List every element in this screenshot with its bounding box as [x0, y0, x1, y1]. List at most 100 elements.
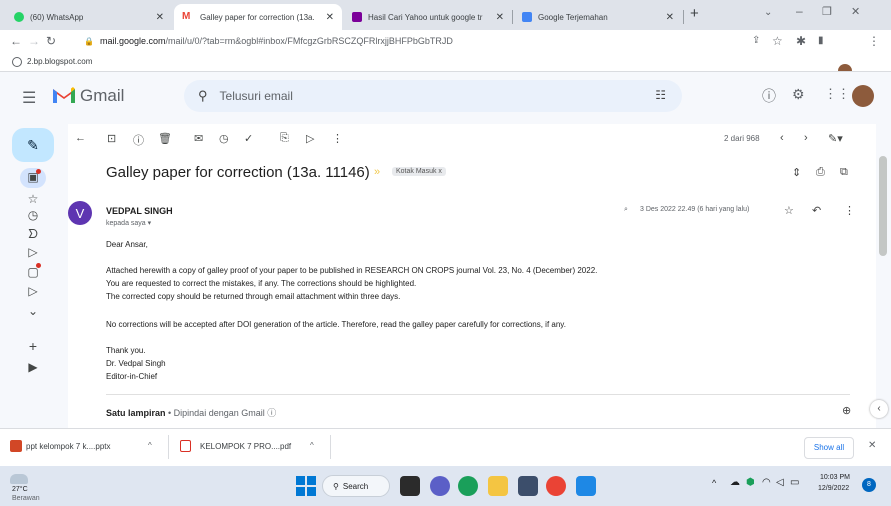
- label-icon[interactable]: ▷: [25, 284, 41, 298]
- download-item[interactable]: ppt kelompok 7 k....pptx: [26, 442, 111, 451]
- help-icon[interactable]: ⓘ: [762, 86, 776, 106]
- close-downloads-icon[interactable]: ✕: [868, 440, 876, 451]
- address-bar[interactable]: 🔒 mail.google.com /mail/u/0/?tab=rm&ogbl…: [84, 32, 774, 50]
- message-more-icon[interactable]: ⋮: [844, 204, 855, 217]
- compose-button[interactable]: ✎: [12, 128, 54, 162]
- back-to-inbox-icon[interactable]: ←: [75, 132, 86, 144]
- tag-icon[interactable]: ▶: [25, 360, 41, 374]
- mark-unread-icon[interactable]: ✉: [194, 132, 203, 145]
- close-window-icon[interactable]: ✕: [851, 5, 860, 18]
- new-tab-icon[interactable]: +: [690, 5, 699, 22]
- sidebar-icon[interactable]: ▮: [818, 33, 824, 49]
- newer-icon[interactable]: ‹: [780, 132, 784, 144]
- sender-avatar[interactable]: V: [68, 201, 92, 225]
- windows-taskbar: 27°C Berawan ⚲ Search ^ ☁ ⬢ ◠ ◁ ▭ 10:03 …: [0, 466, 891, 506]
- sent-icon[interactable]: ▷: [25, 245, 41, 259]
- taskbar-search-box[interactable]: ⚲ Search: [322, 475, 390, 497]
- tray-app-icon[interactable]: ⬢: [746, 477, 755, 488]
- more-options-icon[interactable]: ⋮: [332, 132, 343, 145]
- weather-text[interactable]: Berawan: [12, 495, 40, 502]
- add-to-drive-icon[interactable]: ⊕: [842, 404, 851, 417]
- forward-icon[interactable]: →: [28, 33, 40, 49]
- wifi-icon[interactable]: ◠: [762, 477, 771, 488]
- side-panel-toggle-icon[interactable]: ‹: [870, 400, 888, 418]
- expand-all-icon[interactable]: ⇕: [792, 166, 801, 179]
- labels-icon[interactable]: ▷: [306, 132, 314, 145]
- gmail-avatar[interactable]: [852, 85, 874, 107]
- archive-icon[interactable]: ⊡: [107, 132, 116, 145]
- app-icon[interactable]: [576, 476, 596, 496]
- report-spam-icon[interactable]: ⓘ: [133, 132, 144, 148]
- minimize-icon[interactable]: –: [796, 4, 803, 18]
- older-icon[interactable]: ›: [804, 132, 808, 144]
- settings-gear-icon[interactable]: ⚙: [792, 86, 805, 103]
- remove-label-icon[interactable]: x: [438, 168, 442, 175]
- pptx-file-icon: [10, 440, 22, 452]
- sender-name[interactable]: VEDPAL SINGH: [106, 206, 173, 216]
- translate-icon: [522, 12, 532, 22]
- task-view-icon[interactable]: [400, 476, 420, 496]
- onedrive-icon[interactable]: ☁: [730, 477, 740, 488]
- bookmark-item[interactable]: 2.bp.blogspot.com: [27, 57, 92, 66]
- main-menu-icon[interactable]: ☰: [22, 88, 36, 108]
- battery-icon[interactable]: ▭: [790, 477, 799, 488]
- more-chevron-icon[interactable]: ⌄: [25, 304, 41, 318]
- tab-google-translate[interactable]: Google Terjemahan ✕: [514, 4, 682, 30]
- snooze-icon[interactable]: ◷: [219, 132, 229, 145]
- tab-search-icon[interactable]: ⌄: [764, 7, 772, 18]
- share-icon[interactable]: ⇪: [752, 33, 760, 49]
- extensions-icon[interactable]: ✱: [796, 33, 806, 49]
- restore-icon[interactable]: ❐: [822, 5, 832, 18]
- search-bar[interactable]: ⚲ Telusuri email ☷: [184, 80, 682, 112]
- search-placeholder: Telusuri email: [219, 89, 293, 103]
- snoozed-icon[interactable]: ◷: [25, 208, 41, 222]
- important-icon[interactable]: ᗤ: [25, 227, 41, 242]
- scrollbar-thumb[interactable]: [879, 156, 887, 256]
- tab-yahoo[interactable]: Hasil Cari Yahoo untuk google tr ✕: [344, 4, 512, 30]
- print-icon[interactable]: ⎙: [816, 166, 825, 179]
- important-marker-icon[interactable]: »: [374, 166, 380, 178]
- reply-icon[interactable]: ↶: [812, 204, 821, 217]
- add-label-icon[interactable]: +: [25, 338, 41, 354]
- email-subject: Galley paper for correction (13a. 11146): [106, 164, 370, 181]
- chat-icon[interactable]: [430, 476, 450, 496]
- close-tab-icon[interactable]: ✕: [156, 12, 164, 23]
- move-to-icon[interactable]: ⎘: [280, 132, 289, 145]
- close-tab-icon[interactable]: ✕: [326, 12, 334, 23]
- volume-icon[interactable]: ◁: [776, 477, 784, 488]
- add-task-icon[interactable]: ✓: [244, 132, 253, 145]
- download-item[interactable]: KELOMPOK 7 PRO....pdf: [200, 442, 291, 451]
- back-icon[interactable]: ←: [10, 33, 22, 49]
- star-icon[interactable]: ☆: [784, 204, 794, 217]
- input-tools-icon[interactable]: ✎▾: [828, 132, 843, 145]
- recipient-text[interactable]: kepada saya ▾: [106, 219, 151, 227]
- temperature[interactable]: 27°C: [12, 486, 28, 493]
- clock-time[interactable]: 10:03 PM: [820, 474, 850, 481]
- inbox-label-chip[interactable]: Kotak Masuk x: [392, 167, 446, 176]
- edge-icon[interactable]: [458, 476, 478, 496]
- tray-overflow-icon[interactable]: ^: [712, 478, 716, 488]
- download-menu-icon[interactable]: ^: [310, 441, 314, 450]
- tab-gmail[interactable]: M Galley paper for correction (13a. ✕: [174, 4, 342, 30]
- chrome-menu-icon[interactable]: ⋮: [868, 33, 880, 49]
- file-explorer-icon[interactable]: [488, 476, 508, 496]
- close-tab-icon[interactable]: ✕: [666, 12, 674, 23]
- show-all-button[interactable]: Show all: [804, 437, 854, 459]
- clock-date[interactable]: 12/9/2022: [818, 485, 849, 492]
- unread-dot: [36, 169, 41, 174]
- search-options-icon[interactable]: ☷: [655, 88, 666, 102]
- notification-badge[interactable]: 8: [862, 478, 876, 492]
- close-tab-icon[interactable]: ✕: [496, 12, 504, 23]
- download-menu-icon[interactable]: ^: [148, 441, 152, 450]
- tab-whatsapp[interactable]: (60) WhatsApp ✕: [6, 4, 172, 30]
- starred-icon[interactable]: ☆: [25, 192, 41, 206]
- delete-icon[interactable]: 🗑: [158, 132, 172, 145]
- start-button[interactable]: [296, 476, 316, 496]
- new-window-icon[interactable]: ⧉: [840, 166, 848, 179]
- search-icon[interactable]: ⚲: [198, 88, 208, 104]
- reload-icon[interactable]: ↻: [46, 33, 56, 49]
- lock-icon: 🔒: [84, 36, 94, 46]
- chrome-icon[interactable]: [546, 476, 566, 496]
- bookmark-star-icon[interactable]: ☆: [772, 33, 783, 49]
- store-icon[interactable]: [518, 476, 538, 496]
